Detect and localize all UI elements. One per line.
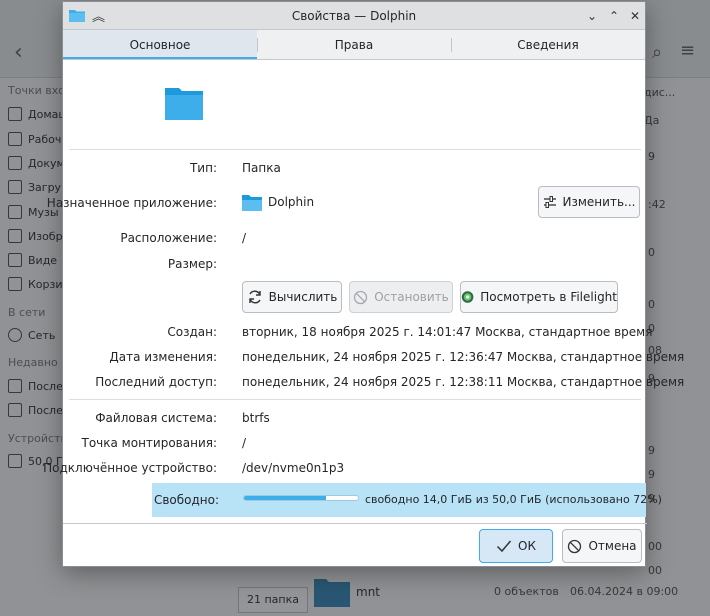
tab-general[interactable]: Основное (63, 30, 257, 59)
filesystem-value: btrfs (242, 411, 270, 425)
assigned-app-label: Назначенное приложение: (46, 196, 217, 210)
maximize-button[interactable]: ⌃ (605, 7, 623, 25)
close-button[interactable]: ✕ (626, 7, 644, 25)
free-space-label: Свободно: (153, 493, 219, 507)
cancel-button[interactable]: Отмена (562, 529, 642, 563)
created-label: Создан: (167, 325, 217, 339)
refresh-icon (248, 290, 261, 304)
modified-value: понедельник, 24 ноября 2025 г. 12:36:47 … (242, 350, 685, 364)
dolphin-app-icon (242, 195, 262, 211)
mount-point-label: Точка монтирования: (81, 436, 218, 450)
filelight-icon (461, 291, 474, 303)
separator (69, 149, 641, 150)
separator (69, 399, 641, 400)
filesystem-label: Файловая система: (95, 411, 217, 425)
calculate-button[interactable]: Вычислить (242, 281, 342, 313)
folder-icon-large[interactable] (165, 86, 203, 120)
modified-label: Дата изменения: (109, 350, 217, 364)
filelight-button[interactable]: Посмотреть в Filelight (460, 281, 618, 313)
tab-permissions[interactable]: Права (257, 30, 451, 59)
footer-separator (63, 523, 647, 524)
window-title: Свойства — Dolphin (291, 9, 417, 23)
disk-usage-fill (244, 496, 327, 500)
mount-point-value: / (242, 436, 247, 450)
size-label: Размер: (167, 257, 217, 271)
ok-button[interactable]: ОК (479, 529, 553, 563)
type-label: Тип: (189, 161, 217, 175)
minimize-button[interactable]: ⌄ (583, 7, 601, 25)
tab-bar: Основное Права Сведения (63, 30, 645, 60)
stop-button[interactable]: Остановить (349, 281, 453, 313)
accessed-value: понедельник, 24 ноября 2025 г. 12:38:11 … (242, 375, 685, 389)
location-value: / (242, 231, 247, 245)
cancel-icon (568, 539, 582, 553)
settings-sliders-icon (543, 196, 556, 208)
type-value: Папка (242, 161, 281, 175)
location-label: Расположение: (120, 231, 217, 245)
properties-dialog: ︽ Свойства — Dolphin ⌄ ⌃ ✕ Основное Прав… (43, 1, 684, 567)
free-space-row: Свободно: свободно 14,0 ГиБ из 50,0 ГиБ … (152, 483, 662, 517)
cancel-icon (354, 290, 368, 304)
created-value: вторник, 18 ноября 2025 г. 14:01:47 Моск… (242, 325, 653, 339)
change-app-button[interactable]: Изменить... (538, 186, 640, 218)
device-value: /dev/nvme0n1p3 (242, 461, 345, 475)
title-bar[interactable]: ︽ Свойства — Dolphin ⌄ ⌃ ✕ (63, 2, 645, 30)
tab-details[interactable]: Сведения (451, 30, 645, 59)
checkmark-icon (496, 540, 512, 553)
free-space-value: свободно 14,0 ГиБ из 50,0 ГиБ (использов… (365, 493, 662, 506)
disk-usage-bar (243, 495, 359, 501)
device-label: Подключённое устройство: (43, 461, 217, 475)
assigned-app-value: Dolphin (268, 195, 315, 209)
accessed-label: Последний доступ: (95, 375, 217, 389)
